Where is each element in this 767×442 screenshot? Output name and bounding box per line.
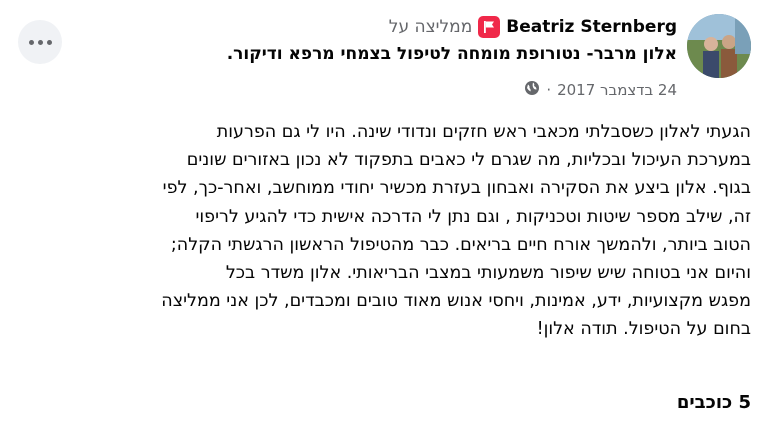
flag-icon <box>478 16 501 38</box>
review-meta: 24 בדצמבר 2017 · <box>524 80 677 100</box>
more-options-button[interactable] <box>18 20 62 64</box>
post-date[interactable]: 24 בדצמבר 2017 <box>557 81 677 99</box>
review-text: הגעתי לאלון כשסבלתי מכאבי ראש חזקים ונדו… <box>161 122 751 340</box>
author-name[interactable]: Beatriz Sternberg <box>506 17 677 37</box>
avatar[interactable] <box>687 14 751 78</box>
dot-icon <box>28 39 34 45</box>
star-rating: 5 כוכבים <box>676 392 751 413</box>
recommended-page-link[interactable]: אלון מרבר- נטורופת מומחה לטיפול בצמחי מר… <box>117 44 677 64</box>
globe-icon[interactable] <box>524 80 540 100</box>
dot-icon <box>37 39 43 45</box>
review-header: Beatriz Sternberg ממליצה על <box>389 14 677 40</box>
dot-icon <box>46 39 52 45</box>
recommends-label: ממליצה על <box>388 17 473 37</box>
meta-separator: · <box>546 81 552 99</box>
